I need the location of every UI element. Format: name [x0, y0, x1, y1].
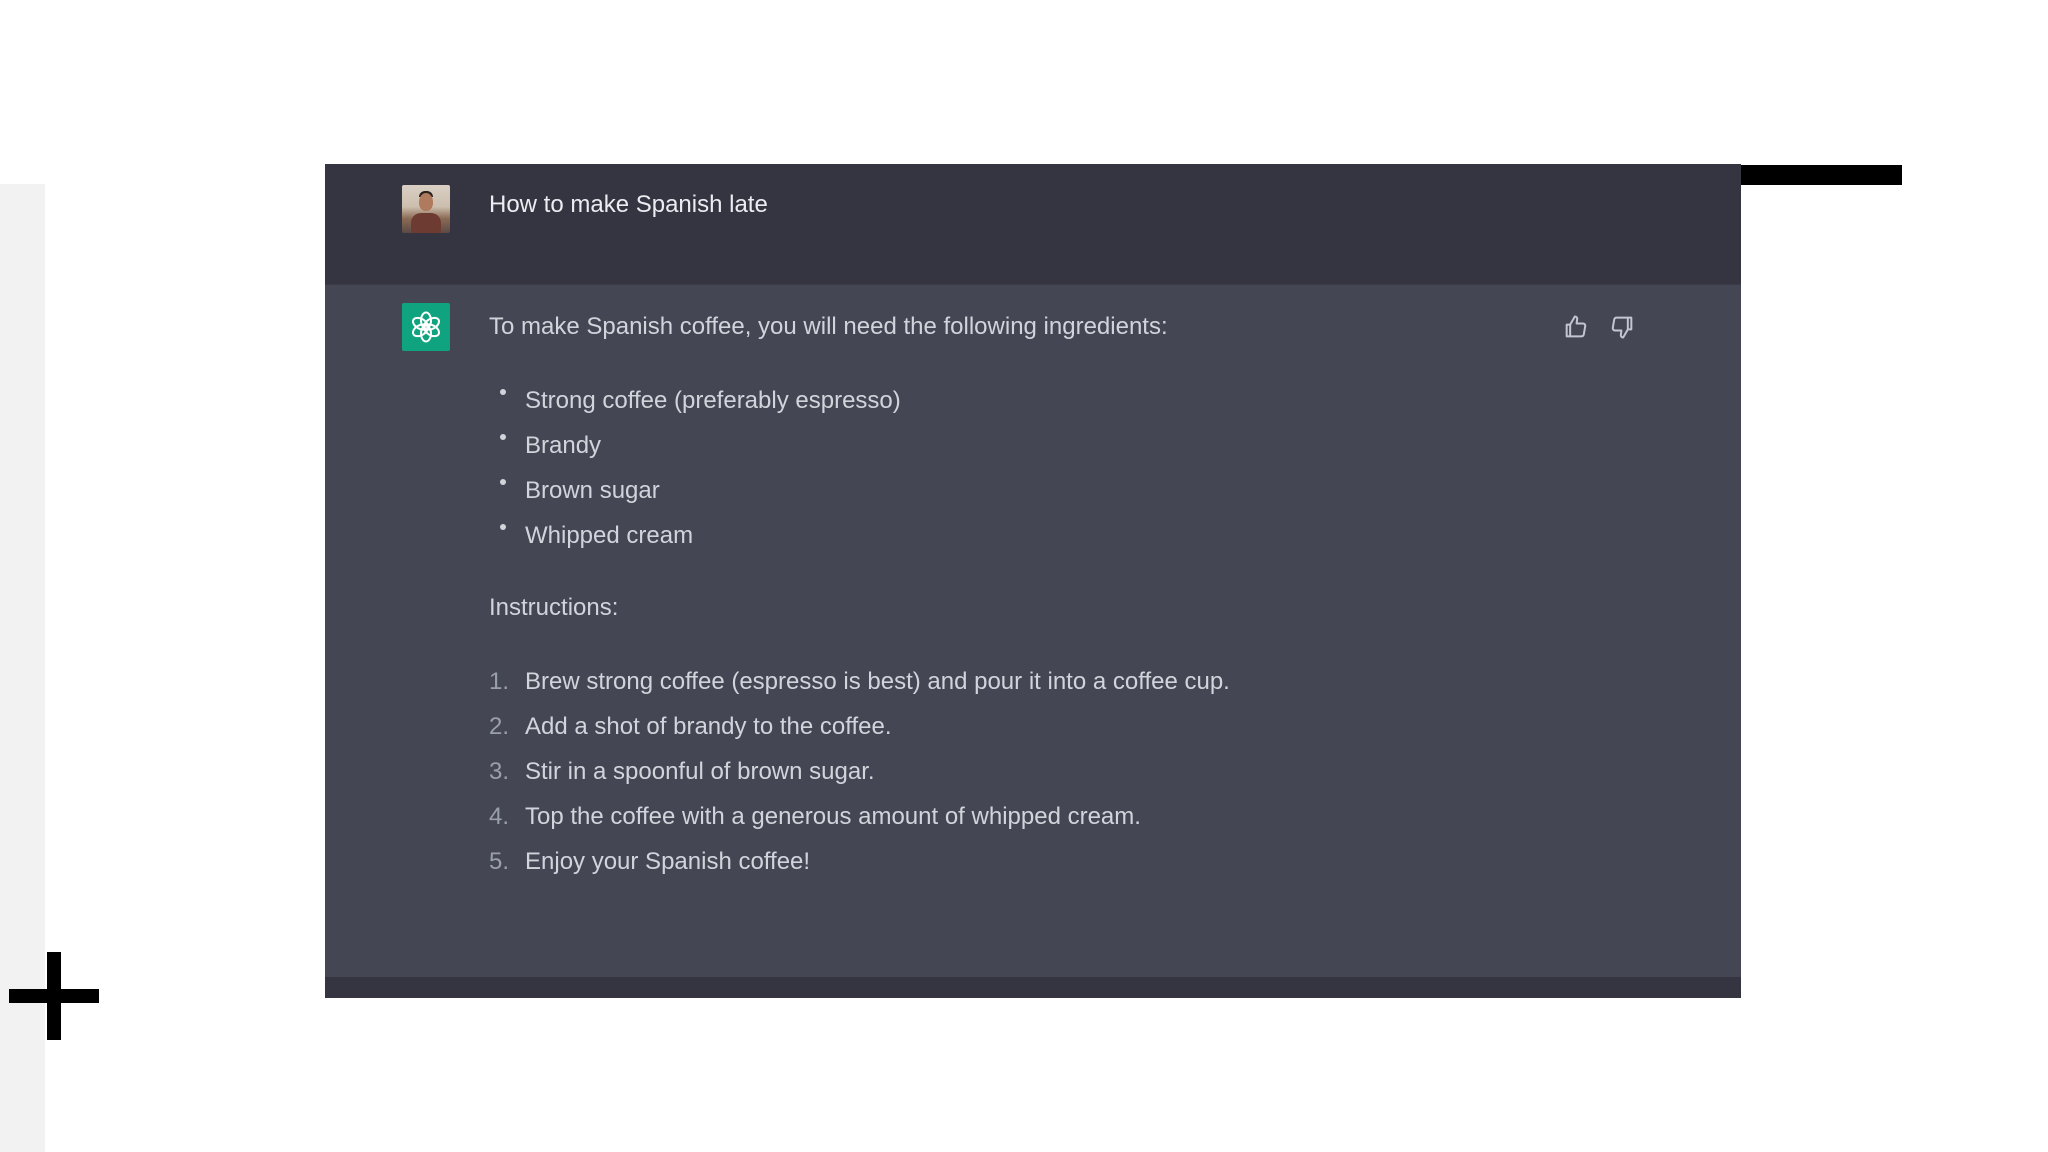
- step-text: Brew strong coffee (espresso is best) an…: [525, 668, 1230, 695]
- step-number: 2.: [489, 713, 510, 740]
- thumbs-up-icon[interactable]: [1562, 313, 1590, 341]
- step-number: 1.: [489, 668, 510, 695]
- step-text: Stir in a spoonful of brown sugar.: [525, 758, 875, 785]
- thumbs-down-icon[interactable]: [1608, 313, 1636, 341]
- instructions-heading: Instructions:: [489, 594, 619, 621]
- step-number: 5.: [489, 848, 510, 875]
- avatar-body: [411, 213, 441, 233]
- thumbs-up-svg: [1565, 315, 1587, 338]
- list-item: 4. Top the coffee with a generous amount…: [489, 794, 1639, 839]
- step-number: 3.: [489, 758, 510, 785]
- list-item: 3. Stir in a spoonful of brown sugar.: [489, 749, 1639, 794]
- bullet-icon: [500, 434, 506, 440]
- plus-vertical-stroke: [47, 952, 61, 1040]
- user-message-text: How to make Spanish late: [489, 191, 768, 218]
- assistant-message-row: To make Spanish coffee, you will need th…: [325, 285, 1741, 977]
- black-redaction-bar: [1740, 165, 1902, 185]
- bullet-icon: [500, 479, 506, 485]
- openai-logo-icon: [402, 303, 450, 351]
- openai-logo-svg: [412, 311, 440, 343]
- list-item: 5. Enjoy your Spanish coffee!: [489, 839, 1639, 884]
- instruction-steps-list: 1. Brew strong coffee (espresso is best)…: [489, 659, 1639, 884]
- list-item: 1. Brew strong coffee (espresso is best)…: [489, 659, 1639, 704]
- bullet-icon: [500, 389, 506, 395]
- bullet-icon: [500, 524, 506, 530]
- list-item: Brandy: [489, 423, 1639, 468]
- list-item: Whipped cream: [489, 513, 1639, 558]
- assistant-intro: To make Spanish coffee, you will need th…: [489, 313, 1168, 340]
- user-message-row: How to make Spanish late: [325, 164, 1741, 285]
- plus-icon[interactable]: [9, 952, 99, 1040]
- chat-panel: How to make Spanish late To make Spanish: [325, 164, 1741, 998]
- list-item: Brown sugar: [489, 468, 1639, 513]
- step-text: Top the coffee with a generous amount of…: [525, 803, 1141, 830]
- ingredient-text: Strong coffee (preferably espresso): [525, 387, 901, 414]
- list-item: 2. Add a shot of brandy to the coffee.: [489, 704, 1639, 749]
- thumbs-down-svg: [1611, 316, 1633, 339]
- user-avatar: [402, 185, 450, 233]
- ingredients-list: Strong coffee (preferably espresso) Bran…: [489, 378, 1639, 558]
- assistant-answer: To make Spanish coffee, you will need th…: [489, 310, 1639, 884]
- list-item: Strong coffee (preferably espresso): [489, 378, 1639, 423]
- page-stage: How to make Spanish late To make Spanish: [0, 0, 2048, 1152]
- step-number: 4.: [489, 803, 510, 830]
- ingredient-text: Brandy: [525, 432, 602, 459]
- step-text: Enjoy your Spanish coffee!: [525, 848, 811, 875]
- step-text: Add a shot of brandy to the coffee.: [525, 713, 892, 740]
- ingredient-text: Whipped cream: [525, 522, 694, 549]
- panel-bottom-strip: [325, 977, 1741, 998]
- ingredient-text: Brown sugar: [525, 477, 660, 504]
- avatar-head: [419, 193, 433, 211]
